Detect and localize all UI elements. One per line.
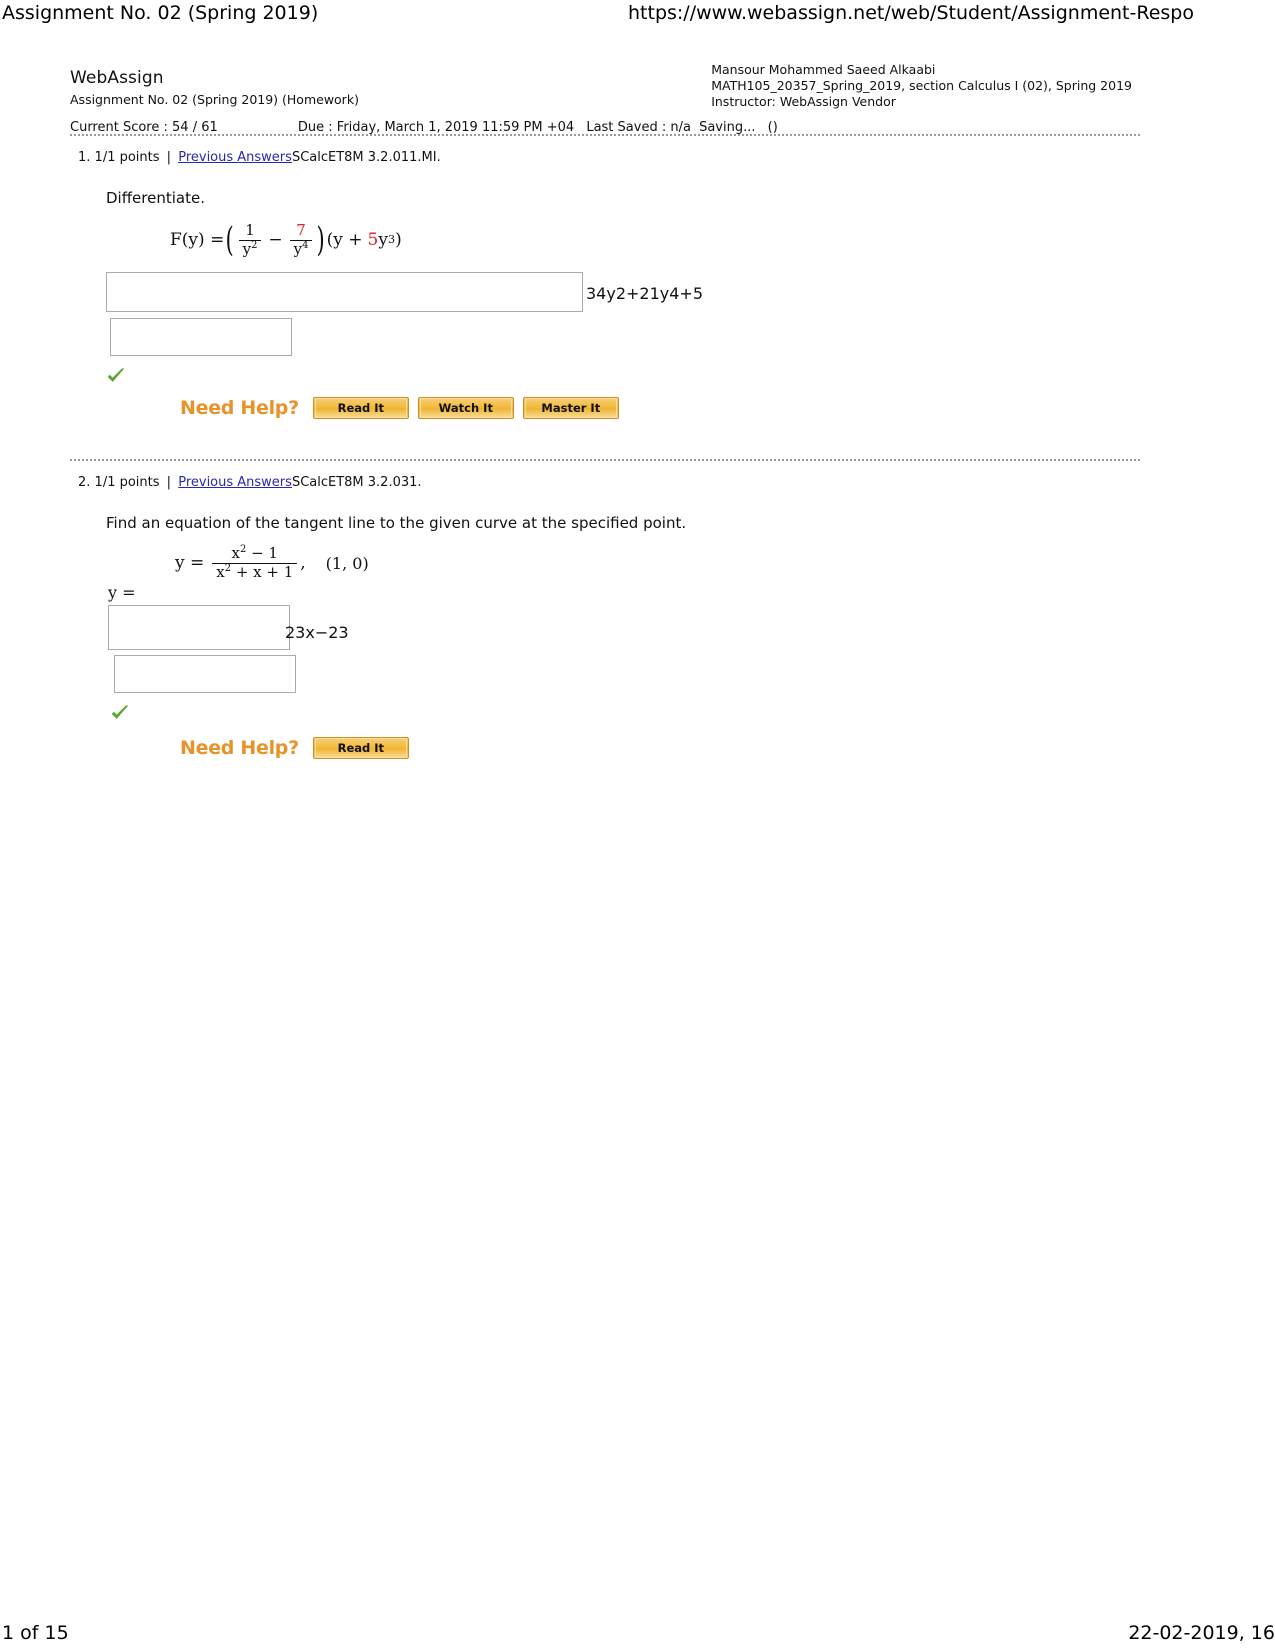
question-1-separator: |: [166, 150, 172, 165]
print-header-title: Assignment No. 02 (Spring 2019): [2, 2, 319, 24]
question-1-number: 1.: [78, 150, 91, 165]
question-2-answer-input-2[interactable]: [114, 654, 296, 693]
spacer-after-question-1: [70, 419, 1140, 459]
formula-1-frac2-numerator: 7: [296, 221, 306, 239]
green-check-icon: [110, 703, 130, 723]
frac1-den-base: y: [242, 240, 252, 259]
master-it-label: Master It: [524, 397, 617, 418]
print-header: Assignment No. 02 (Spring 2019) https://…: [0, 0, 1275, 34]
question-1: 1. 1/1 points | Previous AnswersSCalcET8…: [70, 136, 1140, 459]
formula-2-num-exponent: 2: [240, 543, 247, 555]
green-check-icon: [106, 366, 126, 386]
question-1-meta: 1. 1/1 points | Previous AnswersSCalcET8…: [78, 150, 1140, 165]
print-footer-date: 22-02-2019, 16: [1128, 1622, 1275, 1644]
formula-1-fraction-1: 1 y2: [238, 221, 262, 258]
webassign-logo: WebAssign: [70, 68, 164, 88]
question-1-points: 1/1 points: [94, 150, 160, 165]
question-2-formula: y = x2 − 1 x2 + x + 1 , (1, 0): [175, 543, 1140, 581]
current-score: Current Score : 54 / 61: [70, 120, 218, 135]
formula-1-frac1-numerator: 1: [245, 221, 255, 239]
question-2-answer-input-1[interactable]: [108, 604, 290, 650]
question-1-code: SCalcET8M 3.2.011.MI.: [291, 150, 441, 165]
formula-1-tail-coefficient: 5: [367, 230, 379, 251]
formula-1-tail-open: (y +: [326, 230, 363, 251]
assignment-subtitle: Assignment No. 02 (Spring 2019) (Homewor…: [70, 92, 359, 107]
formula-2-num-base: x: [231, 543, 241, 562]
formula-1-frac1-denominator: y2: [239, 241, 262, 258]
formula-1-tail-close: ): [395, 230, 402, 251]
question-1-read-it-button[interactable]: Read It: [312, 396, 409, 419]
formula-2-comma: ,: [300, 553, 306, 574]
frac2-den-exponent: 4: [302, 240, 309, 252]
question-1-prompt: Differentiate.: [106, 189, 205, 207]
assignment-header: WebAssign Assignment No. 02 (Spring 2019…: [70, 52, 1140, 135]
student-info: Mansour Mohammed Saeed Alkaabi MATH105_2…: [711, 62, 1132, 110]
formula-2-denominator: x2 + x + 1: [212, 564, 297, 581]
question-2-need-help: Need Help? Read It: [180, 736, 1140, 759]
formula-1-frac2-denominator: y4: [290, 241, 313, 258]
student-name: Mansour Mohammed Saeed Alkaabi: [711, 62, 936, 77]
content-column: WebAssign Assignment No. 02 (Spring 2019…: [70, 52, 1140, 759]
formula-2-point: (1, 0): [325, 553, 369, 573]
watch-it-label: Watch It: [419, 397, 512, 418]
question-1-watch-it-button[interactable]: Watch It: [417, 396, 514, 419]
formula-2-den-exponent: 2: [224, 563, 232, 575]
formula-1-fraction-2: 7 y4: [289, 221, 313, 258]
print-footer: 1 of 15 22-02-2019, 16: [0, 1614, 1275, 1650]
saving-paren: (): [767, 120, 778, 135]
formula-2-numerator: x2 − 1: [228, 543, 282, 563]
page-body: WebAssign Assignment No. 02 (Spring 2019…: [0, 52, 1275, 759]
formula-1-minus: −: [268, 230, 283, 251]
question-2-read-it-button[interactable]: Read It: [312, 736, 409, 759]
formula-1-close-paren: ): [316, 220, 326, 261]
question-1-answer-input-2[interactable]: [110, 317, 292, 356]
read-it-label: Read It: [314, 737, 407, 758]
question-1-answer-input-1[interactable]: [106, 271, 583, 312]
formula-2-lhs: y =: [175, 553, 205, 574]
question-2: 2. 1/1 points | Previous AnswersSCalcET8…: [70, 461, 1140, 759]
question-1-master-it-button[interactable]: Master It: [522, 396, 619, 419]
formula-2-num-rest: − 1: [251, 543, 278, 562]
formula-1-open-paren: (: [225, 220, 235, 261]
formula-1-lhs: F(y) =: [170, 230, 225, 251]
question-1-answer-tail-text: 34y2+21y4+5: [586, 283, 704, 303]
question-2-answer-area: y = 23x−23: [70, 583, 1140, 737]
saving-status: Saving...: [699, 120, 756, 135]
question-2-number: 2.: [78, 474, 91, 490]
frac2-den-base: y: [293, 240, 303, 259]
question-2-code: SCalcET8M 3.2.031.: [291, 474, 422, 490]
question-1-need-help: Need Help? Read It Watch It Master It: [180, 396, 1140, 419]
question-2-answer-tail-text: 23x−23: [285, 622, 349, 642]
question-1-previous-answers-link[interactable]: Previous Answers: [178, 150, 292, 165]
question-2-meta: 2. 1/1 points | Previous AnswersSCalcET8…: [78, 475, 1140, 490]
formula-1-tail-variable: y: [378, 230, 388, 251]
formula-2-den-rest: + x + 1: [235, 563, 294, 582]
read-it-label: Read It: [314, 397, 407, 418]
formula-2-fraction: x2 − 1 x2 + x + 1: [212, 543, 298, 581]
student-instructor: Instructor: WebAssign Vendor: [711, 94, 896, 109]
question-2-prompt: Find an equation of the tangent line to …: [106, 513, 687, 532]
question-2-need-help-label: Need Help?: [180, 736, 299, 759]
student-course: MATH105_20357_Spring_2019, section Calcu…: [711, 78, 1132, 93]
last-saved: Last Saved : n/a: [586, 120, 691, 135]
question-2-previous-answers-link[interactable]: Previous Answers: [178, 475, 292, 490]
print-footer-page: 1 of 15: [2, 1622, 69, 1644]
due-date: Due : Friday, March 1, 2019 11:59 PM +04: [297, 120, 575, 135]
question-1-answer-area: 34y2+21y4+5: [70, 271, 1140, 397]
formula-2-den-base: x: [216, 563, 225, 582]
question-1-formula: F(y) = ( 1 y2 − 7 y4 ) (y +5 y 3): [170, 220, 402, 261]
question-1-need-help-label: Need Help?: [180, 396, 299, 419]
frac1-den-exponent: 2: [251, 240, 258, 252]
question-2-answer-prefix: y =: [108, 582, 136, 602]
score-row: Current Score : 54 / 61 Due : Friday, Ma…: [70, 120, 778, 135]
question-2-separator: |: [166, 474, 172, 490]
print-header-url: https://www.webassign.net/web/Student/As…: [628, 2, 1194, 24]
question-2-points: 1/1 points: [94, 474, 160, 490]
